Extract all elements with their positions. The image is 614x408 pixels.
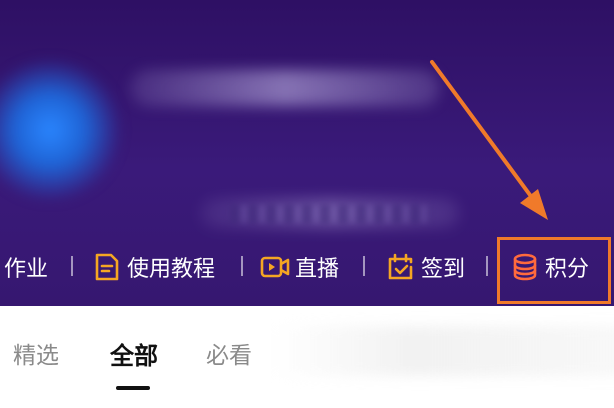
toolbar-item-label: 使用教程 — [127, 257, 216, 282]
tab-featured[interactable]: 精选 — [13, 336, 59, 370]
toolbar-divider — [241, 256, 243, 276]
tab-all[interactable]: 全部 — [110, 336, 158, 371]
toolbar-item-label: 直播 — [295, 257, 340, 282]
active-tab-indicator — [116, 386, 150, 390]
video-camera-icon — [260, 252, 290, 282]
avatar[interactable] — [0, 60, 120, 200]
toolbar-item-tutorial[interactable]: 使用教程 — [92, 238, 215, 296]
toolbar-item-homework[interactable]: 作业 — [4, 238, 48, 296]
toolbar-item-label: 作业 — [4, 257, 49, 282]
blurred-text — [230, 205, 430, 223]
tab-must-watch[interactable]: 必看 — [206, 336, 252, 370]
toolbar-item-checkin[interactable]: 签到 — [386, 238, 465, 296]
blurred-tab-area — [270, 326, 614, 376]
toolbar-item-label: 签到 — [421, 257, 466, 282]
blurred-username — [130, 70, 440, 106]
content-tabs: 精选 全部 必看 — [0, 306, 614, 408]
calendar-check-icon — [386, 252, 416, 282]
toolbar-divider — [363, 256, 365, 276]
profile-header: 作业 使用教程 直播 签到 积分 — [0, 0, 614, 306]
annotation-highlight-box — [497, 237, 611, 304]
toolbar-divider — [486, 256, 488, 276]
document-icon — [92, 252, 122, 282]
toolbar-divider — [71, 256, 73, 276]
toolbar-item-live[interactable]: 直播 — [260, 238, 339, 296]
